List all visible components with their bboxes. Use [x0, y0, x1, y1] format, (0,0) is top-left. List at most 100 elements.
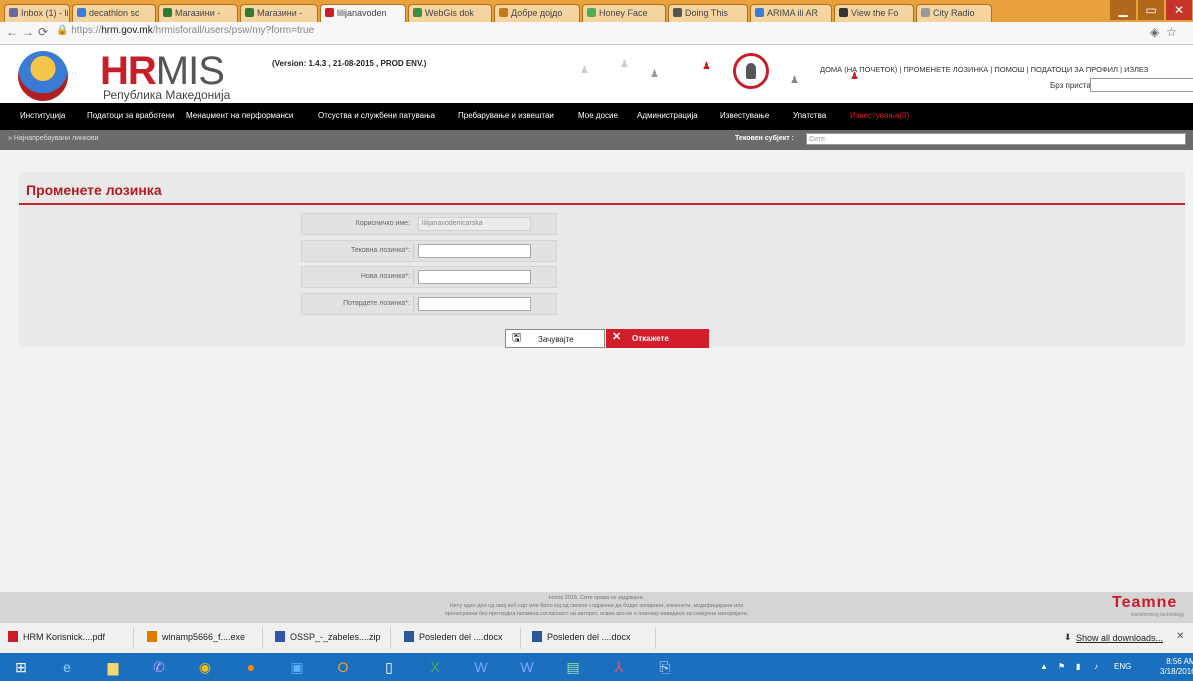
nav-item[interactable]: Пребарување и извештаи [458, 111, 554, 120]
main-nav: Институција Податоци за вработени Менаџм… [0, 103, 1193, 130]
download-separator [390, 627, 391, 649]
nav-item-notifications[interactable]: Известувања(0) [850, 111, 909, 120]
site-header: HRMIS Република Македонија (Version: 1.4… [0, 45, 1193, 103]
browser-tab[interactable]: View the Fo [834, 4, 914, 22]
word-icon[interactable]: W [464, 655, 498, 679]
browser-tab[interactable]: decathlon sc [72, 4, 156, 22]
browser-tab[interactable]: Inbox (1) - li [4, 4, 70, 22]
start-button-icon[interactable]: ⊞ [4, 655, 38, 679]
nav-item[interactable]: Податоци за вработени [87, 111, 175, 120]
file-explorer-icon[interactable]: ▆ [96, 655, 130, 679]
tab-favicon-icon [163, 8, 172, 17]
tab-favicon-icon [245, 8, 254, 17]
username-value: lilijanavodenicarska [418, 217, 531, 231]
tab-favicon-icon [921, 8, 930, 17]
change-password-panel [19, 172, 1185, 347]
nav-item[interactable]: Отсуства и службени патувања [318, 111, 435, 120]
browser-tab-active[interactable]: lilijanavoden [320, 4, 406, 22]
maximize-icon[interactable]: ▭ [1138, 0, 1164, 20]
acrobat-icon[interactable]: ⅄ [602, 655, 636, 679]
download-item[interactable]: winamp5666_f....exe [147, 631, 245, 642]
new-password-label: Нова лозинка*: [360, 273, 410, 280]
show-all-downloads-link[interactable]: Show all downloads... [1076, 633, 1163, 643]
tray-volume-icon[interactable]: ♪ [1094, 662, 1098, 671]
nav-item[interactable]: Администрација [637, 111, 698, 120]
word-icon[interactable]: W [510, 655, 544, 679]
tab-favicon-icon [755, 8, 764, 17]
current-password-input[interactable] [418, 244, 531, 258]
forward-icon[interactable]: → [22, 25, 34, 39]
tab-favicon-icon [413, 8, 422, 17]
notepad-icon[interactable]: ▯ [372, 655, 406, 679]
top-links[interactable]: ДОМА (НА ПОЧЕТОК) | ПРОМЕНЕТЕ ЛОЗИНКА | … [820, 65, 1148, 74]
chrome-icon[interactable]: ◉ [188, 655, 222, 679]
browser-tab[interactable]: City Radio [916, 4, 992, 22]
browser-tab[interactable]: Honey Face [582, 4, 666, 22]
download-item[interactable]: Posleden del ....docx [404, 631, 503, 642]
username-row: Корисничко име: lilijanavodenicarska [301, 213, 557, 235]
publisher-icon[interactable]: ▤ [556, 655, 590, 679]
close-icon: ✕ [612, 331, 622, 343]
reload-icon[interactable]: ⟳ [38, 25, 48, 39]
tray-network-icon[interactable]: ▮ [1076, 662, 1080, 671]
nav-item[interactable]: Менаџмент на перформанси [186, 111, 293, 120]
back-icon[interactable]: ← [6, 25, 18, 39]
bookmark-star-icon[interactable]: ☆ [1166, 25, 1177, 39]
people-decoration-icon: ♟ [650, 69, 659, 80]
breadcrumb[interactable]: » Најнапребаувани линкови [8, 135, 99, 142]
page-title: Променете лозинка [26, 182, 162, 198]
browser-tab[interactable]: Магазини - [158, 4, 238, 22]
browser-tab[interactable]: WebGis dok [408, 4, 492, 22]
title-divider [19, 203, 1185, 205]
nav-item[interactable]: Известување [720, 111, 769, 120]
teamne-logo: Teamne [1112, 594, 1178, 611]
site-footer: Hrmis 2015. Сите права се задржани. Ниту… [0, 592, 1193, 622]
download-item[interactable]: Posleden del ....docx [532, 631, 631, 642]
save-button[interactable]: 🖫 Зачувајте [505, 329, 605, 348]
confirm-password-row: Потврдете лозинка*: [301, 293, 557, 315]
shield-icon[interactable]: ◈ [1150, 25, 1159, 39]
tab-favicon-icon [587, 8, 596, 17]
app-window-icon[interactable]: ▣ [280, 655, 314, 679]
tab-favicon-icon [325, 8, 334, 17]
quick-access-input[interactable] [1090, 78, 1193, 92]
subject-label: Тековен субјект : [735, 135, 794, 142]
tray-arrow-icon[interactable]: ▲ [1040, 662, 1048, 671]
firefox-icon[interactable]: ● [234, 655, 268, 679]
url-field[interactable]: 🔒 https://hrm.gov.mk/hrmisforall/users/p… [56, 25, 314, 36]
field-separator [413, 269, 414, 285]
browser-tab[interactable]: ARIMA ili AR [750, 4, 832, 22]
internet-explorer-icon[interactable]: e [50, 655, 84, 679]
copyright-text: Ниту еден дел од овој веб сајт или било … [449, 603, 744, 609]
new-password-input[interactable] [418, 270, 531, 284]
copyright-text: пренесувани без претходна писмена соглас… [444, 611, 749, 617]
nav-item[interactable]: Упатства [793, 111, 826, 120]
download-arrow-icon: ⬇ [1064, 632, 1072, 642]
browser-tab[interactable]: Магазини - [240, 4, 318, 22]
outlook-icon[interactable]: O [326, 655, 360, 679]
confirm-password-input[interactable] [418, 297, 531, 311]
viber-icon[interactable]: ✆ [142, 655, 176, 679]
excel-icon[interactable]: X [418, 655, 452, 679]
nav-item[interactable]: Институција [20, 111, 65, 120]
cancel-button[interactable]: ✕ Откажете [606, 329, 709, 348]
tray-flag-icon[interactable]: ⚑ [1058, 662, 1065, 671]
floppy-disk-icon: 🖫 [512, 332, 522, 344]
browser-tab[interactable]: Добре дојдо [494, 4, 580, 22]
nav-item[interactable]: Мое досие [578, 111, 618, 120]
download-item[interactable]: HRM Korisnick....pdf [8, 631, 105, 642]
download-item[interactable]: OSSP_-_zabeles....zip [275, 631, 381, 642]
system-clock[interactable]: 8:56 AM 3/18/2016 [1160, 657, 1193, 677]
download-separator [133, 627, 134, 649]
subject-select[interactable]: Сите [806, 133, 1186, 145]
teamne-tagline: transforming technology [1131, 612, 1185, 618]
network-app-icon[interactable]: ⎘ [648, 655, 682, 679]
language-indicator[interactable]: ENG [1114, 662, 1131, 671]
minimize-icon[interactable]: ▁ [1110, 0, 1136, 20]
close-icon[interactable]: ✕ [1176, 631, 1184, 642]
close-window-icon[interactable]: ✕ [1166, 0, 1192, 20]
user-avatar-icon [733, 53, 769, 89]
tab-favicon-icon [673, 8, 682, 17]
browser-tab[interactable]: Doing This [668, 4, 748, 22]
word-file-icon [404, 631, 414, 642]
